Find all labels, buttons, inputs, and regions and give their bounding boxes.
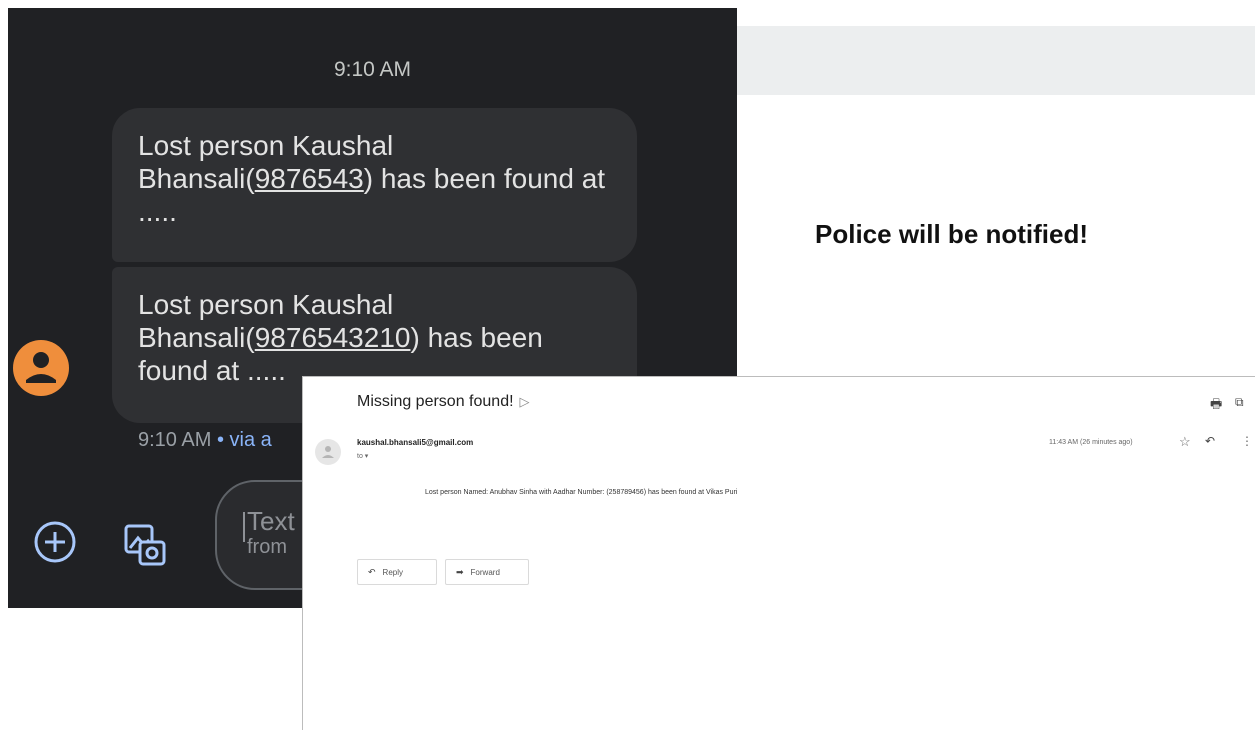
more-vert-icon[interactable]: ⋮ <box>1241 434 1253 448</box>
plus-circle-icon[interactable] <box>33 520 77 564</box>
gallery-icon[interactable] <box>120 520 170 570</box>
police-notification-message: Police will be notified! <box>815 219 1089 249</box>
person-icon <box>322 446 334 458</box>
reply-button[interactable]: ↶ Reply <box>357 559 437 585</box>
email-timestamp: 11:43 AM (26 minutes ago) <box>1049 439 1133 446</box>
reply-icon: ↶ <box>368 566 376 577</box>
email-view: Missing person found! ▷ 🖶 ⧉ kaushal.bhans… <box>302 376 1255 730</box>
label-icon[interactable]: ▷ <box>520 394 530 409</box>
message-timestamp-top: 9:10 AM <box>333 58 412 81</box>
message-bubble-1[interactable]: Lost person Kaushal Bhansali(9876543) ha… <box>112 108 637 262</box>
forward-label: Forward <box>470 567 500 577</box>
new-window-icon[interactable]: ⧉ <box>1235 395 1244 410</box>
reply-icon[interactable]: ↶ <box>1205 434 1215 448</box>
star-icon[interactable]: ☆ <box>1179 434 1191 450</box>
email-body: Lost person Named: Anubhav Sinha with Aa… <box>425 489 738 496</box>
sender-email: kaushal.bhansali5@gmail.com <box>357 438 474 447</box>
phone-number-link[interactable]: 9876543210 <box>255 322 411 353</box>
contact-avatar[interactable] <box>13 340 69 396</box>
message-timestamp-bottom: 9:10 AM • via a <box>138 429 272 452</box>
person-icon <box>26 352 56 383</box>
panel-header-bar <box>737 26 1255 95</box>
notification-panel: Police will be notified! <box>737 26 1255 376</box>
timestamp-text: 9:10 AM <box>138 429 212 451</box>
sender-avatar <box>315 439 341 465</box>
forward-button[interactable]: ➡ Forward <box>445 559 529 585</box>
forward-icon: ➡ <box>456 566 464 577</box>
subject-text: Missing person found! <box>357 393 514 410</box>
via-text: • via a <box>211 429 272 451</box>
email-subject: Missing person found! ▷ <box>357 393 530 411</box>
print-icon[interactable]: 🖶 <box>1210 395 1222 417</box>
recipient-dropdown[interactable]: to ▾ <box>357 452 368 460</box>
phone-number-link[interactable]: 9876543 <box>255 163 364 194</box>
text-caret <box>243 512 245 542</box>
reply-label: Reply <box>382 567 403 577</box>
